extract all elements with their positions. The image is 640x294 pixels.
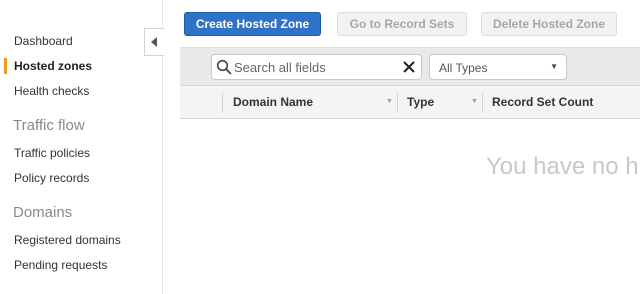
sort-caret-icon[interactable]: ▼ [386, 98, 393, 105]
sidebar: Dashboard Hosted zones Health checks Tra… [0, 0, 163, 294]
sidebar-item-hosted-zones[interactable]: Hosted zones [14, 59, 92, 73]
clear-search-icon[interactable] [402, 60, 416, 74]
sidebar-item-registered-domains[interactable]: Registered domains [14, 233, 121, 247]
type-filter-select[interactable]: All Types ▼ [429, 54, 567, 80]
collapse-sidebar-button[interactable] [144, 28, 164, 56]
section-heading-domains: Domains [13, 204, 73, 221]
main-content: Create Hosted Zone Go to Record Sets Del… [180, 0, 640, 294]
chevron-left-icon [151, 37, 157, 47]
type-filter-value: All Types [439, 61, 488, 75]
sidebar-item-policy-records[interactable]: Policy records [14, 171, 89, 185]
search-icon [216, 59, 232, 75]
go-to-record-sets-button[interactable]: Go to Record Sets [337, 12, 467, 36]
filter-bar: All Types ▼ [180, 47, 640, 85]
table-header: Domain Name ▼ Type ▼ Record Set Count [180, 85, 640, 119]
section-heading-traffic-flow: Traffic flow [13, 117, 85, 134]
empty-table-message: You have no h [486, 153, 639, 180]
column-separator [397, 93, 398, 113]
search-input[interactable] [234, 57, 400, 77]
column-separator [222, 93, 223, 113]
column-header-domain-name[interactable]: Domain Name [233, 95, 313, 109]
active-indicator [4, 58, 7, 74]
sidebar-item-health-checks[interactable]: Health checks [14, 84, 89, 98]
column-separator [482, 93, 483, 113]
delete-hosted-zone-button[interactable]: Delete Hosted Zone [481, 12, 617, 36]
column-header-type[interactable]: Type [407, 95, 434, 109]
search-box [211, 54, 422, 80]
sort-caret-icon[interactable]: ▼ [471, 98, 478, 105]
column-header-record-set-count[interactable]: Record Set Count [492, 95, 593, 109]
sidebar-item-traffic-policies[interactable]: Traffic policies [14, 146, 90, 160]
create-hosted-zone-button[interactable]: Create Hosted Zone [184, 12, 321, 36]
sidebar-item-dashboard[interactable]: Dashboard [14, 34, 73, 48]
caret-down-icon: ▼ [550, 62, 558, 71]
sidebar-item-pending-requests[interactable]: Pending requests [14, 258, 107, 272]
